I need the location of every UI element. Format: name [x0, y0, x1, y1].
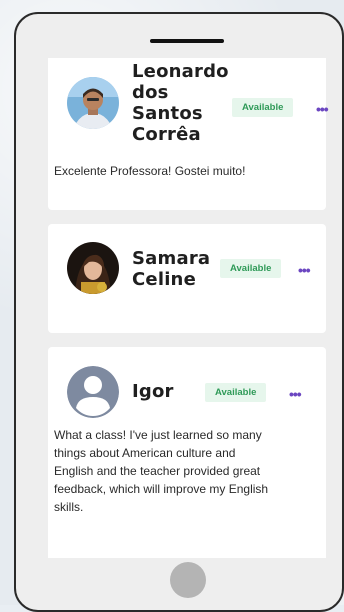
reviewer-name-line: Leonardo [132, 61, 229, 82]
review-comment-line: Excelente Professora! Gostei muito! [54, 164, 246, 178]
phone-speaker [150, 39, 224, 43]
reviewer-name: Leonardo dos Santos Corrêa [132, 61, 229, 145]
more-options-icon[interactable]: ••• [298, 263, 311, 277]
status-badge: Available [220, 259, 282, 278]
status-badge: Available [232, 98, 294, 117]
avatar-photo [67, 77, 119, 129]
phone-mockup: Leonardo dos Santos Corrêa Available •••… [14, 12, 344, 612]
reviewer-name: Samara Celine [132, 248, 210, 290]
reviewer-name-line: Celine [132, 269, 196, 290]
more-options-icon[interactable]: ••• [316, 102, 329, 116]
review-card: Igor Available ••• What a class! I've ju… [48, 347, 326, 558]
user-placeholder-icon [67, 366, 119, 418]
reviewer-name: Igor [132, 381, 174, 402]
user-placeholder-icon [67, 366, 119, 418]
status-badge: Available [205, 383, 267, 402]
home-button[interactable] [170, 562, 206, 598]
reviewer-name-line: Igor [132, 381, 174, 402]
avatar [67, 242, 119, 294]
reviewer-name-line: Santos [132, 103, 203, 124]
review-comment-line: things about American culture and [54, 446, 236, 460]
reviewer-name-line: Samara [132, 248, 211, 269]
reviewer-name-line: dos [132, 82, 169, 103]
reviewer-name-line: Corrêa [132, 124, 201, 145]
review-comment-line: What a class! I've just learned so many [54, 428, 262, 442]
review-comment: What a class! I've just learned so many … [54, 426, 268, 516]
review-card: Leonardo dos Santos Corrêa Available •••… [48, 58, 329, 210]
avatar [67, 77, 119, 129]
review-list[interactable]: Leonardo dos Santos Corrêa Available •••… [34, 58, 342, 558]
more-options-icon[interactable]: ••• [289, 387, 302, 401]
review-comment-line: English and the teacher provided great [54, 464, 261, 478]
avatar-photo [67, 242, 119, 294]
review-comment: Excelente Professora! Gostei muito! [54, 162, 245, 180]
review-comment-line: skills. [54, 500, 84, 514]
review-comment-line: feedback, which will improve my English [54, 482, 269, 496]
review-card: Samara Celine Available ••• [48, 224, 326, 333]
